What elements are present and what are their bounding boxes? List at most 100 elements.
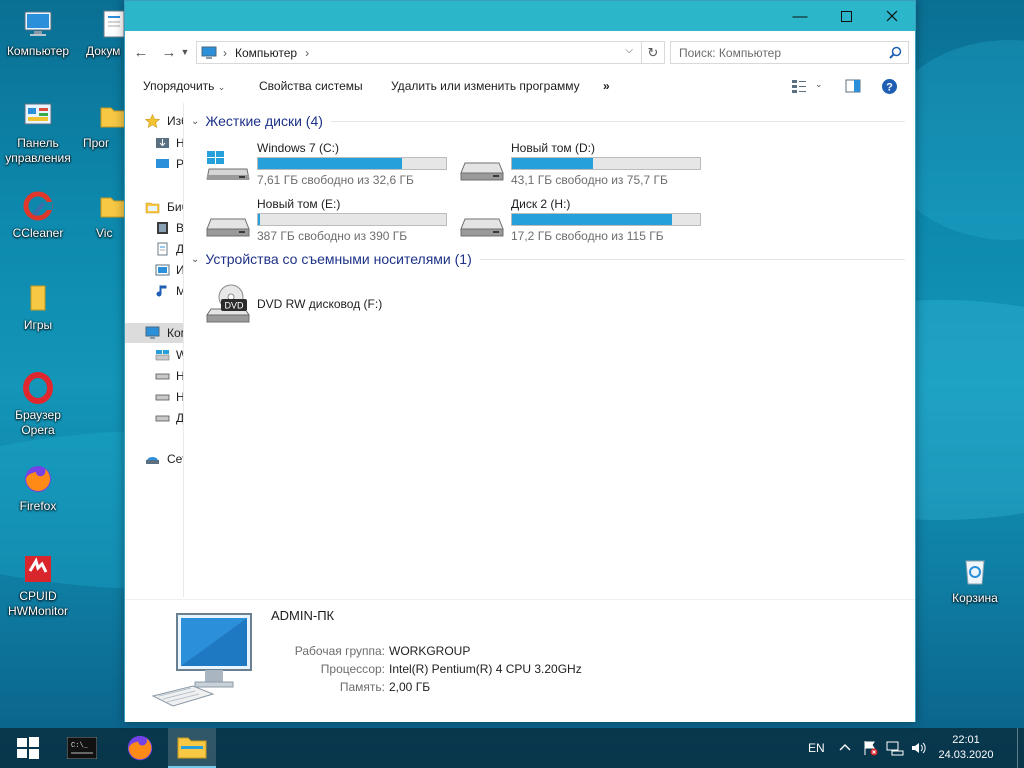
firefox-icon (25, 466, 51, 492)
address-dropdown-icon[interactable]: ⌵ (625, 45, 633, 56)
command-bar: Упорядочить ⌄ Свойства системы Удалить и… (125, 73, 915, 101)
uninstall-program-button[interactable]: Удалить или изменить программу (391, 79, 580, 93)
control-panel-icon (24, 103, 52, 125)
music-icon (156, 285, 167, 297)
drive-tile-dvd[interactable]: DVD DVD RW дисковод (F:) (205, 281, 455, 329)
documents-icon (157, 242, 168, 256)
maximize-button[interactable] (823, 1, 869, 31)
preview-pane-button[interactable] (845, 78, 861, 97)
folder-icon (30, 285, 46, 311)
content-pane: ⌄ Жесткие диски (4) Windows 7 (C:) 7,61 … (185, 103, 913, 597)
nav-item-favorites[interactable]: Изб (125, 111, 183, 131)
nav-item-downloads[interactable]: Н (125, 133, 183, 153)
maximize-icon (840, 10, 852, 22)
drive-tile-c[interactable]: Windows 7 (C:) 7,61 ГБ свободно из 32,6 … (205, 139, 455, 187)
nav-item-drive-e[interactable]: Н (125, 387, 183, 407)
view-options-button[interactable] (791, 78, 807, 97)
taskbar: C:\_ EN 22:01 24.03.2020 (0, 728, 1024, 768)
nav-item-documents[interactable]: Д (125, 239, 183, 259)
back-button[interactable]: ← (131, 41, 151, 63)
nav-item-computer[interactable]: Ком (125, 323, 183, 343)
drive-icon (155, 415, 170, 422)
nav-item-images[interactable]: И (125, 260, 183, 280)
recent-locations-button[interactable]: ▼ (179, 41, 191, 63)
taskbar-cmd[interactable]: C:\_ (58, 728, 106, 768)
refresh-button[interactable]: ↻ (641, 41, 665, 64)
volume-control[interactable] (910, 728, 928, 768)
chevron-down-icon: ⌄ (191, 115, 200, 127)
command-prompt-icon: C:\_ (67, 737, 97, 759)
desktop-icon-documents[interactable]: Докум (68, 8, 128, 59)
close-button[interactable] (869, 1, 915, 31)
breadcrumb-separator-icon: › (223, 45, 227, 60)
desktop-icon-recycle-bin[interactable]: Корзина (937, 555, 1013, 606)
windows-drive-icon (206, 151, 250, 180)
input-language[interactable]: EN (808, 728, 825, 768)
drive-tile-h[interactable]: Диск 2 (H:) 17,2 ГБ свободно из 115 ГБ (459, 195, 709, 243)
view-dropdown-icon[interactable]: ⌄ (815, 79, 823, 90)
drive-usage-fill (258, 214, 260, 225)
system-properties-button[interactable]: Свойства системы (259, 79, 363, 93)
organize-menu[interactable]: Упорядочить ⌄ (143, 79, 225, 93)
network-icon (146, 456, 159, 464)
nav-item-drive-c[interactable]: W (125, 345, 183, 365)
desktop-icon-control-panel[interactable]: Панель управления (0, 100, 76, 166)
nav-item-desktop[interactable]: Р (125, 154, 183, 174)
recycle-bin-icon (965, 560, 985, 585)
computer-name: ADMIN-ПК (271, 608, 335, 623)
title-bar[interactable]: — (125, 1, 915, 31)
processor-row: Процессор: Intel(R) Pentium(R) 4 CPU 3.20… (320, 662, 582, 676)
view-icon (792, 80, 806, 93)
more-commands-button[interactable]: » (603, 79, 610, 93)
action-center-flag[interactable] (862, 728, 878, 768)
nav-item-libraries[interactable]: Биб (125, 197, 183, 217)
desktop-icon-opera[interactable]: Браузер Opera (0, 372, 76, 438)
nav-item-drive-h[interactable]: Д (125, 408, 183, 428)
show-hidden-icons-button[interactable] (838, 728, 852, 768)
nav-item-video[interactable]: В (125, 218, 183, 238)
group-hard-drives[interactable]: ⌄ Жесткие диски (4) (185, 113, 913, 129)
drive-tile-d[interactable]: Новый том (D:) 43,1 ГБ свободно из 75,7 … (459, 139, 709, 187)
drive-tile-e[interactable]: Новый том (E:) 387 ГБ свободно из 390 ГБ (205, 195, 455, 243)
show-desktop-button[interactable] (1017, 728, 1024, 768)
nav-item-music[interactable]: М (125, 281, 183, 301)
group-removable[interactable]: ⌄ Устройства со съемными носителями (1) (185, 251, 913, 267)
breadcrumb-chevron-icon[interactable]: › (305, 46, 309, 60)
minimize-button[interactable]: — (777, 1, 823, 31)
speaker-icon (912, 742, 926, 754)
chevron-down-icon: ⌄ (217, 82, 226, 92)
drive-usage-fill (512, 158, 594, 169)
dvd-drive-icon: DVD (206, 284, 250, 323)
address-bar[interactable]: › Компьютер › ⌵ (196, 41, 642, 64)
help-icon: ? (882, 79, 897, 94)
desktop-icon-vic[interactable]: Vic (76, 190, 128, 241)
close-icon (886, 10, 898, 22)
desktop-icon-programs[interactable]: Прог (76, 100, 128, 151)
firefox-icon (127, 735, 153, 761)
desktop-icon-hwmonitor[interactable]: CPUID HWMonitor (0, 553, 76, 619)
breadcrumb-computer[interactable]: Компьютер (235, 46, 297, 60)
help-button[interactable]: ? (881, 78, 898, 98)
video-icon (157, 222, 168, 234)
file-explorer-icon (177, 737, 207, 759)
star-icon (145, 114, 160, 128)
forward-button[interactable]: → (159, 41, 179, 63)
search-icon (889, 46, 902, 59)
clock-date: 24.03.2020 (938, 749, 994, 761)
desktop-icon-games[interactable]: Игры (0, 282, 76, 333)
nav-item-network[interactable]: Сет (125, 449, 183, 469)
search-input[interactable]: Поиск: Компьютер (670, 41, 909, 64)
nav-item-drive-d[interactable]: Н (125, 366, 183, 386)
clock[interactable]: 22:01 24.03.2020 (936, 728, 996, 768)
taskbar-explorer[interactable] (168, 728, 216, 768)
taskbar-firefox[interactable] (116, 728, 164, 768)
explorer-window: — ← → ▼ › Компьютер › ⌵ ↻ Поиск: Компьют… (124, 0, 916, 722)
memory-row: Память: 2,00 ГБ (339, 680, 431, 694)
network-status[interactable] (886, 728, 904, 768)
start-button[interactable] (4, 728, 52, 768)
desktop-icon-ccleaner[interactable]: CCleaner (0, 190, 76, 241)
desktop-icon-computer[interactable]: Компьютер (0, 8, 76, 59)
clock-time: 22:01 (952, 734, 980, 746)
desktop-icon-firefox[interactable]: Firefox (0, 463, 76, 514)
ccleaner-icon (23, 191, 53, 221)
